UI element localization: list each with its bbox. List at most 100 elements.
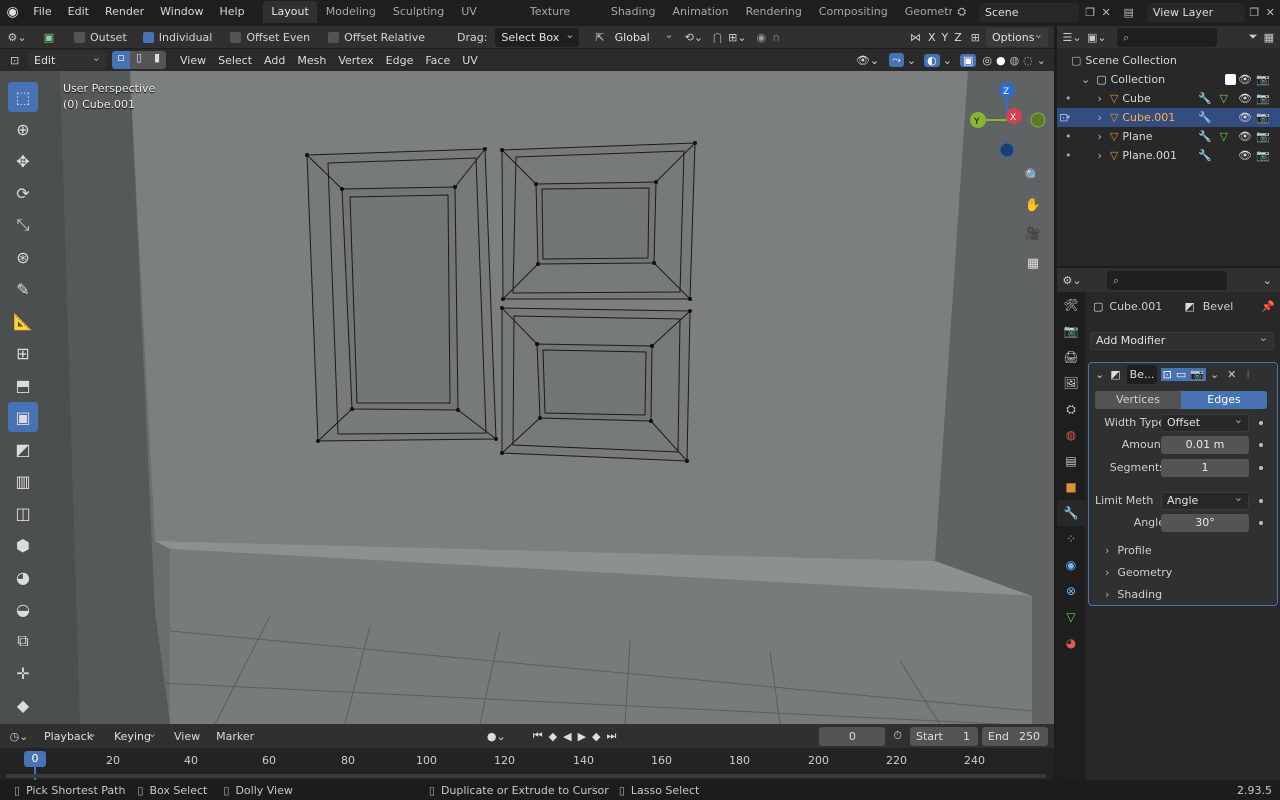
new-collection-icon[interactable]: ▦ — [1264, 31, 1274, 44]
keyframe-dot-icon[interactable] — [1259, 443, 1263, 447]
drag-handle-icon[interactable]: ⁞ — [1246, 368, 1250, 381]
knife-tool-icon[interactable]: ◫ — [8, 498, 38, 528]
physics-tab-icon[interactable]: ◉ — [1057, 552, 1085, 578]
scale-tool-icon[interactable]: ⤡ — [8, 210, 38, 240]
shading-subpanel[interactable]: › Shading — [1105, 588, 1162, 601]
expand-arrow-icon[interactable]: ⌄ — [1081, 73, 1090, 86]
individual-checkbox[interactable]: Individual — [142, 31, 212, 44]
smooth-tool-icon[interactable]: ◒ — [8, 594, 38, 624]
bevel-tool-icon[interactable]: ◩ — [8, 434, 38, 464]
render-camera-icon[interactable]: 📷 — [1256, 146, 1270, 165]
collapse-arrow-icon[interactable]: ⌄ — [1095, 368, 1104, 381]
new-view-layer-icon[interactable]: ❐ — [1249, 6, 1265, 19]
remove-view-layer-icon[interactable]: ✕ — [1266, 6, 1280, 19]
snap-target-icon[interactable]: ⊞⌄ — [728, 31, 746, 44]
visibility-icon[interactable]: 👁⌄ — [856, 54, 879, 67]
edit-mode-indicator-icon[interactable]: ⊡ — [1059, 108, 1068, 127]
menu-vertex[interactable]: Vertex — [332, 51, 379, 70]
mesh-data-icon[interactable]: ▽ — [1220, 89, 1228, 108]
timeline-editor-type-icon[interactable]: ◷⌄ — [0, 730, 38, 743]
expand-arrow-icon[interactable]: › — [1105, 588, 1109, 601]
tab-modeling[interactable]: Modeling — [318, 1, 384, 23]
object-tab-icon[interactable]: ■ — [1057, 474, 1085, 500]
material-tab-icon[interactable]: ◕ — [1057, 630, 1085, 656]
menu-edit[interactable]: Edit — [60, 0, 97, 24]
jump-end-icon[interactable]: ⏭ — [607, 729, 617, 743]
menu-help[interactable]: Help — [212, 0, 253, 24]
next-keyframe-icon[interactable]: ◆ — [592, 730, 600, 743]
outliner-item-cube[interactable]: • › ▽ Cube 🔧 ▽ 👁 📷 — [1057, 89, 1280, 108]
visibility-eye-icon[interactable]: 👁 — [1238, 146, 1252, 165]
expand-arrow-icon[interactable]: › — [1105, 544, 1109, 557]
properties-editor-icon[interactable]: ⚙⌄ — [1057, 274, 1087, 287]
shading-dropdown-icon[interactable]: ⌄ — [1037, 54, 1046, 67]
new-scene-icon[interactable]: ❐ — [1085, 6, 1101, 19]
tab-sculpting[interactable]: Sculpting — [385, 1, 452, 23]
affect-edges-button[interactable]: Edges — [1181, 391, 1267, 409]
face-select-icon[interactable]: ▮ — [148, 51, 166, 69]
keying-menu[interactable]: Keying — [108, 724, 162, 746]
expand-arrow-icon[interactable]: › — [1098, 130, 1102, 143]
individual-check-icon[interactable] — [142, 32, 154, 43]
material-shading-icon[interactable]: ◍ — [1010, 54, 1020, 67]
scene-icon[interactable]: ⛭ — [957, 5, 979, 19]
delete-modifier-icon[interactable]: ✕ — [1227, 368, 1236, 381]
shear-tool-icon[interactable]: ◆ — [8, 690, 38, 720]
measure-tool-icon[interactable]: 📐 — [8, 306, 38, 336]
play-reverse-icon[interactable]: ◀ — [563, 730, 571, 743]
snap-icon[interactable]: ⋂ — [713, 31, 722, 44]
amount-field[interactable]: 0.01 m — [1161, 436, 1249, 454]
visibility-eye-icon[interactable]: 👁 — [1238, 70, 1252, 89]
expand-arrow-icon[interactable]: › — [1098, 92, 1102, 105]
display-mode-icon[interactable]: ▣⌄ — [1087, 31, 1113, 44]
segments-field[interactable]: 1 — [1161, 459, 1249, 477]
expand-arrow-icon[interactable]: › — [1098, 149, 1102, 162]
profile-subpanel[interactable]: › Profile — [1105, 544, 1152, 557]
perspective-grid-icon[interactable]: ▦ — [1020, 250, 1046, 276]
offset-even-checkbox[interactable]: Offset Even — [230, 31, 310, 44]
view-layer-tab-icon[interactable]: 🖼 — [1057, 370, 1085, 396]
menu-window[interactable]: Window — [152, 0, 211, 24]
tab-layout[interactable]: Layout — [263, 1, 317, 23]
axis-y-button[interactable]: Y — [939, 28, 952, 47]
visibility-eye-icon[interactable]: 👁 — [1238, 108, 1252, 127]
properties-options-icon[interactable]: ⌄ — [1263, 274, 1272, 287]
timeline-ruler[interactable]: 0 20 40 60 80 100 120 140 160 180 200 22… — [0, 748, 1054, 780]
view-layer-icon[interactable]: ▤ — [1123, 6, 1146, 19]
properties-search-input[interactable]: ⌕ — [1107, 270, 1227, 290]
render-camera-icon[interactable]: 📷 — [1256, 70, 1270, 89]
mesh-options-icon[interactable]: ⊞ — [971, 31, 980, 44]
scene-tab-icon[interactable]: ⛭ — [1057, 396, 1085, 422]
modifier-wrench-icon[interactable]: 🔧 — [1198, 127, 1212, 146]
pivot-icon[interactable]: ⟲⌄ — [685, 31, 703, 44]
wireframe-shading-icon[interactable]: ◎ — [982, 54, 992, 67]
mesh-data-icon[interactable]: ▽ — [1220, 127, 1228, 146]
collection-tab-icon[interactable]: ▤ — [1057, 448, 1085, 474]
falloff-icon[interactable]: ∩ — [772, 31, 780, 44]
render-camera-icon[interactable]: 📷 — [1256, 89, 1270, 108]
end-frame-field[interactable]: End 250 — [982, 726, 1048, 746]
offset-even-check-icon[interactable] — [230, 32, 242, 43]
poly-build-tool-icon[interactable]: ⬢ — [8, 530, 38, 560]
modifier-wrench-icon[interactable]: 🔧 — [1198, 108, 1212, 127]
expand-arrow-icon[interactable]: › — [1105, 566, 1109, 579]
viewport-toggle-icon[interactable]: ▭ — [1173, 367, 1189, 381]
offset-relative-checkbox[interactable]: Offset Relative — [328, 31, 425, 44]
zoom-icon[interactable]: 🔍 — [1020, 163, 1046, 189]
outliner-editor-icon[interactable]: ☰⌄ — [1057, 31, 1087, 44]
solid-shading-icon[interactable]: ● — [996, 54, 1006, 67]
tab-compositing[interactable]: Compositing — [811, 1, 896, 23]
start-frame-field[interactable]: Start 1 — [910, 726, 978, 746]
rotate-tool-icon[interactable]: ⟳ — [8, 178, 38, 208]
tool-tab-icon[interactable]: 🛠 — [1057, 292, 1085, 318]
tab-texture-paint[interactable]: Texture Paint — [522, 1, 602, 40]
visibility-eye-icon[interactable]: 👁 — [1238, 89, 1252, 108]
render-camera-icon[interactable]: 📷 — [1256, 127, 1270, 146]
visibility-eye-icon[interactable]: 👁 — [1238, 127, 1252, 146]
cursor-tool-icon[interactable]: ⊕ — [8, 114, 38, 144]
camera-view-icon[interactable]: 🎥 — [1020, 221, 1046, 247]
menu-uv[interactable]: UV — [456, 51, 484, 70]
orientation-dropdown[interactable]: Global — [608, 25, 679, 47]
blender-logo-icon[interactable]: ◉ — [0, 4, 25, 20]
axis-z-button[interactable]: Z — [951, 28, 965, 47]
